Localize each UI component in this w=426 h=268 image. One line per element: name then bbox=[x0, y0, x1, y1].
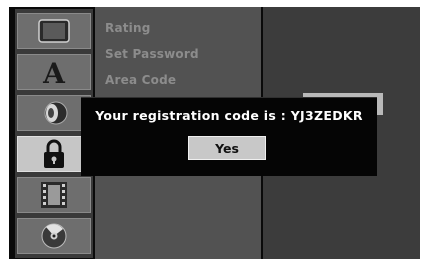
menu-item-rating[interactable]: Rating bbox=[105, 21, 151, 35]
disc-icon bbox=[37, 221, 71, 251]
sidebar-item-disc[interactable] bbox=[17, 218, 91, 254]
menu-item-set-password[interactable]: Set Password bbox=[105, 47, 199, 61]
sidebar-item-display[interactable] bbox=[17, 13, 91, 49]
svg-text:A: A bbox=[42, 57, 66, 87]
sidebar-item-film[interactable] bbox=[17, 177, 91, 213]
sidebar-item-audio[interactable] bbox=[17, 95, 91, 131]
film-icon bbox=[37, 180, 71, 210]
display-icon bbox=[37, 18, 71, 44]
registration-dialog: Your registration code is : YJ3ZEDKR Yes bbox=[81, 97, 377, 176]
sidebar-item-lock[interactable] bbox=[17, 136, 91, 172]
yes-button[interactable]: Yes bbox=[188, 136, 266, 160]
menu-item-area-code[interactable]: Area Code bbox=[105, 73, 176, 87]
registration-code-message: Your registration code is : YJ3ZEDKR bbox=[95, 108, 363, 123]
sidebar-item-language[interactable]: A bbox=[17, 54, 91, 90]
language-icon: A bbox=[37, 57, 71, 87]
audio-icon bbox=[37, 99, 71, 127]
setup-screen: A Rating Set Password Area Code Your reg… bbox=[9, 7, 420, 259]
lock-icon bbox=[39, 138, 69, 170]
